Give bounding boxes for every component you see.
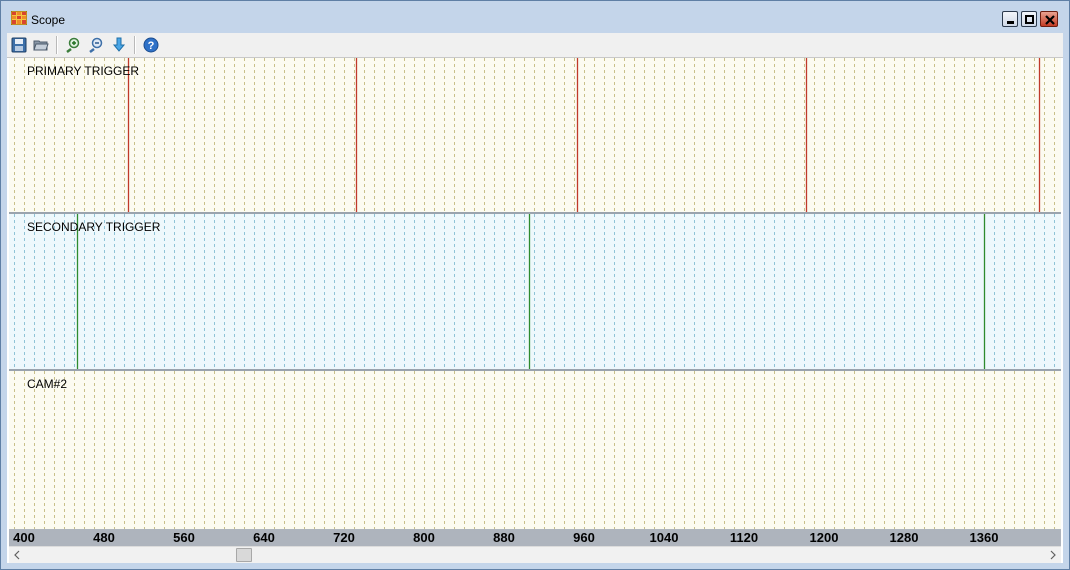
track-secondary-trigger: SECONDARY TRIGGER [9,214,1061,371]
track-grid [14,371,1055,529]
scope-window: Scope ? PRIMARY TRIGGER SECONDARY TRIGGE… [0,0,1070,570]
scope-plot-area[interactable]: PRIMARY TRIGGER SECONDARY TRIGGER CAM#2 [9,58,1061,529]
help-icon: ? [143,37,159,53]
axis-tick-label: 960 [573,530,595,545]
maximize-button[interactable] [1021,11,1037,27]
axis-tick-label: 1040 [649,530,679,545]
track-label: SECONDARY TRIGGER [27,220,161,234]
minimize-icon [1007,21,1014,24]
window-title: Scope [31,13,66,27]
maximize-icon [1025,15,1034,24]
client-area: ? PRIMARY TRIGGER SECONDARY TRIGGER CAM#… [7,33,1063,563]
track-label: PRIMARY TRIGGER [27,64,140,78]
title-bar[interactable]: Scope [1,1,1069,33]
horizontal-scrollbar[interactable] [9,546,1061,563]
app-grid-icon [11,11,27,25]
scroll-right-button[interactable] [1044,547,1061,563]
save-button[interactable] [9,35,29,55]
open-button[interactable] [31,35,51,55]
axis-tick-label: 720 [333,530,355,545]
minimize-button[interactable] [1002,11,1018,27]
axis-tick-label: 640 [253,530,275,545]
floppy-disk-icon [11,37,27,53]
toolbar-separator [134,36,136,54]
zoom-in-button[interactable] [63,35,83,55]
track-grid [14,58,1055,212]
time-axis: 400 480 560 640 720 800 880 960 1040 1120 1200 1280… [9,529,1061,546]
scroll-thumb[interactable] [236,548,253,562]
folder-open-icon [33,40,49,51]
chevron-right-icon [1050,550,1056,560]
axis-tick-label: 1120 [729,530,759,545]
scroll-left-button[interactable] [9,547,26,563]
axis-tick-label: 560 [173,530,195,545]
help-button[interactable]: ? [141,35,161,55]
axis-tick-label: 1280 [889,530,919,545]
svg-text:?: ? [148,40,155,52]
track-primary-trigger: PRIMARY TRIGGER [9,58,1061,214]
download-button[interactable] [109,35,129,55]
axis-tick-label: 880 [493,530,515,545]
track-cam2: CAM#2 [9,371,1061,529]
zoom-out-button[interactable] [86,35,106,55]
chevron-left-icon [14,550,20,560]
axis-tick-label: 400 [13,530,35,545]
zoom-in-icon [66,37,80,53]
axis-tick-label: 1360 [969,530,999,545]
track-grid [14,214,1055,369]
close-icon [1045,15,1055,25]
track-label: CAM#2 [27,377,68,391]
zoom-out-icon [89,37,103,53]
close-button[interactable] [1040,11,1058,27]
toolbar-separator [56,36,58,54]
axis-tick-label: 480 [93,530,115,545]
toolbar: ? [7,33,1063,58]
axis-tick-label: 800 [413,530,435,545]
down-arrow-icon [112,37,126,52]
axis-tick-label: 1200 [809,530,839,545]
